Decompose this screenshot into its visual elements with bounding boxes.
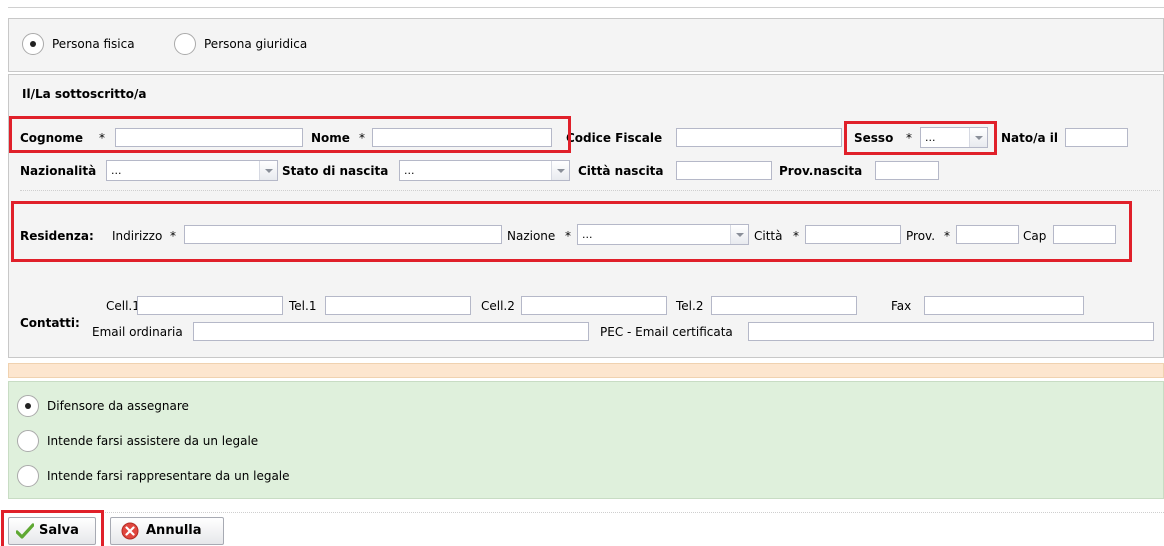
top-divider (8, 7, 1164, 8)
cell2-input[interactable] (521, 296, 667, 315)
label-cell1: Cell.1 (106, 299, 140, 313)
label-persona-giuridica: Persona giuridica (204, 37, 308, 51)
radio-assistere-legale[interactable] (17, 430, 39, 452)
label-difensore-assegnare: Difensore da assegnare (47, 399, 189, 413)
label-prov-nascita: Prov.nascita (779, 164, 863, 178)
label-assistere-legale: Intende farsi assistere da un legale (47, 434, 259, 448)
citta-nascita-input[interactable] (676, 161, 772, 180)
radio-persona-giuridica[interactable] (174, 33, 196, 55)
codice-fiscale-input[interactable] (676, 128, 842, 147)
label-codice-fiscale: Codice Fiscale (566, 131, 663, 145)
radio-difensore-assegnare[interactable] (17, 395, 39, 417)
label-rappresentare-legale: Intende farsi rappresentare da un legale (47, 469, 290, 483)
cancel-button-label: Annulla (146, 523, 202, 538)
label-pec: PEC - Email certificata (600, 325, 733, 339)
tel1-input[interactable] (325, 296, 471, 315)
label-nazionalita: Nazionalità (20, 164, 97, 178)
pec-input[interactable] (748, 322, 1154, 341)
highlight-sesso (844, 121, 997, 155)
nazionalita-select-value: ... (111, 164, 122, 177)
notice-strip (8, 363, 1164, 378)
highlight-residenza (11, 201, 1132, 262)
section-title: Il/La sottoscritto/a (22, 87, 147, 101)
bottom-dotted-divider (8, 512, 1164, 513)
label-email: Email ordinaria (92, 325, 183, 339)
label-persona-fisica: Persona fisica (52, 37, 135, 51)
chevron-down-icon[interactable] (551, 161, 569, 180)
label-fax: Fax (891, 299, 912, 313)
stato-nascita-select-value: ... (404, 164, 415, 177)
cell1-input[interactable] (137, 296, 283, 315)
prov-nascita-input[interactable] (875, 161, 939, 180)
label-citta-nascita: Città nascita (578, 164, 664, 178)
stato-nascita-select[interactable]: ... (399, 160, 570, 181)
highlight-save-button (1, 510, 104, 546)
cancel-button[interactable]: Annulla (110, 517, 224, 545)
label-stato-nascita: Stato di nascita (282, 164, 389, 178)
dotted-divider (20, 190, 1160, 191)
label-contatti: Contatti: (20, 316, 80, 330)
label-tel1: Tel.1 (289, 299, 317, 313)
nato-il-input[interactable] (1065, 128, 1128, 147)
label-cell2: Cell.2 (481, 299, 515, 313)
chevron-down-icon[interactable] (259, 161, 277, 180)
fax-input[interactable] (924, 296, 1084, 315)
email-input[interactable] (193, 322, 589, 341)
radio-persona-fisica[interactable] (22, 33, 44, 55)
radio-rappresentare-legale[interactable] (17, 465, 39, 487)
nazionalita-select[interactable]: ... (106, 160, 278, 181)
highlight-cognome-nome (9, 116, 571, 153)
label-nato-il: Nato/a il (1001, 131, 1059, 145)
tel2-input[interactable] (711, 296, 857, 315)
label-tel2: Tel.2 (676, 299, 704, 313)
cancel-icon (121, 522, 139, 540)
